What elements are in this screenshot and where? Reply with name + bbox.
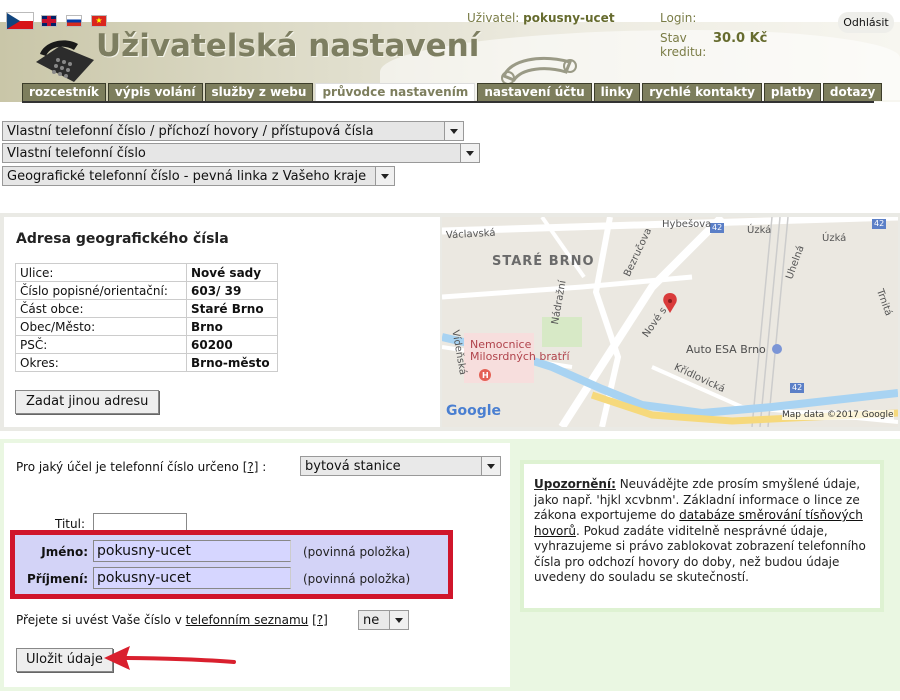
map-poi-hospital: Nemocnice Milosrdných bratří [470, 338, 570, 363]
user-value: pokusny-ucet [523, 11, 615, 25]
chevron-down-icon [481, 457, 500, 475]
jmeno-required-note: (povinná položka) [303, 545, 411, 559]
address-value: 60200 [186, 335, 278, 354]
map-road-number: 42 [712, 223, 723, 232]
wizard-subtype-value: Geografické telefonní číslo - pevná link… [7, 169, 367, 184]
purpose-label: Pro jaký účel je telefonní číslo určeno … [16, 460, 266, 474]
prijmeni-input[interactable]: pokusny-ucet [93, 567, 291, 589]
shop-icon [772, 344, 782, 354]
user-info: Uživatel: pokusny-ucet [467, 11, 615, 25]
directory-value: ne [363, 613, 380, 628]
tab-0[interactable]: rozcestník [22, 83, 106, 101]
address-value: Staré Brno [186, 299, 278, 318]
warning-text: Upozornění: Neuvádějte zde prosím smyšle… [534, 477, 878, 586]
map-area-label: STARÉ BRNO [492, 254, 595, 269]
address-title: Adresa geografického čísla [16, 231, 229, 247]
tab-2[interactable]: služby z webu [204, 83, 314, 101]
telephone-icon [36, 40, 94, 82]
map-road-number: 42 [792, 383, 803, 392]
flag-gb-icon[interactable] [41, 15, 57, 27]
tab-7[interactable]: platby [763, 83, 821, 101]
address-value: Brno [186, 317, 278, 336]
tab-bar: rozcestník výpis volání služby z webu průvo… [22, 83, 884, 102]
address-row: Číslo popisné/orientační: 603/ 39 [15, 281, 278, 300]
flag-ru-icon[interactable] [66, 15, 82, 27]
directory-prefix: Přejete si uvést Vaše číslo v [16, 613, 182, 627]
wizard-type-select[interactable]: Vlastní telefonní číslo [2, 143, 480, 163]
warning-title: Upozornění: [534, 477, 616, 491]
tab-3[interactable]: průvodce nastavením [315, 83, 476, 101]
address-row: Okres: Brno-město [15, 353, 278, 372]
jmeno-input[interactable]: pokusny-ucet [93, 540, 291, 562]
address-row: Obec/Město: Brno [15, 317, 278, 336]
address-table: Ulice: Nové sady Číslo popisné/orientační:… [15, 263, 278, 372]
credit-value: 30.0 Kč [713, 31, 768, 46]
purpose-help-link[interactable]: [?] [243, 460, 259, 474]
chevron-down-icon [389, 611, 408, 629]
address-value: Brno-město [186, 353, 278, 372]
address-value: Nové sady [186, 263, 278, 282]
wizard-category-value: Vlastní telefonní číslo / příchozí hovor… [7, 124, 374, 139]
warning-text-part2: . Pokud zadáte viditelně nesprávné údaje… [534, 523, 866, 585]
address-key: Číslo popisné/orientační: [15, 281, 187, 300]
tab-5[interactable]: linky [593, 83, 641, 101]
change-address-button[interactable]: Zadat jinou adresu [15, 390, 160, 414]
wizard-subtype-select[interactable]: Geografické telefonní číslo - pevná link… [2, 166, 395, 186]
flag-cz-icon[interactable] [6, 12, 34, 30]
map-label: Úzká [747, 225, 772, 236]
address-key: Ulice: [15, 263, 187, 282]
tab-4[interactable]: nastavení účtu [477, 83, 592, 101]
address-value: 603/ 39 [186, 281, 278, 300]
map-canvas: H [442, 217, 898, 427]
flag-vn-icon[interactable]: ★ [91, 15, 107, 27]
map[interactable]: H Václavská Hybešova Úzká Úzká STARÉ BRN… [442, 217, 898, 427]
address-key: Obec/Město: [15, 317, 187, 336]
login-label: Login: [660, 11, 697, 25]
page-title: Uživatelská nastavení [96, 28, 480, 64]
map-poi-autoesa: Auto ESA Brno [686, 343, 766, 356]
chevron-down-icon [375, 167, 394, 185]
tab-8[interactable]: dotazy [822, 83, 883, 101]
purpose-value: bytová stanice [305, 459, 401, 474]
jmeno-label: Jméno: [41, 545, 88, 559]
tab-bar-divider [22, 101, 874, 103]
svg-text:H: H [482, 371, 489, 380]
address-key: Okres: [15, 353, 187, 372]
tab-1[interactable]: výpis volání [107, 83, 203, 101]
save-button[interactable]: Uložit údaje [16, 648, 113, 672]
chevron-down-icon [460, 144, 479, 162]
purpose-text: Pro jaký účel je telefonní číslo určeno [16, 460, 239, 474]
address-row: Část obce: Staré Brno [15, 299, 278, 318]
map-background [442, 217, 898, 427]
chevron-down-icon [444, 122, 463, 140]
map-attribution: Map data ©2017 Google [782, 410, 894, 420]
prijmeni-required-note: (povinná položka) [303, 572, 411, 586]
map-label: Úzká [822, 233, 847, 244]
map-label: Hybešova [662, 219, 712, 230]
wizard-category-select[interactable]: Vlastní telefonní číslo / příchozí hovor… [2, 121, 464, 141]
directory-label: Přejete si uvést Vaše číslo v telefonním… [16, 613, 328, 627]
address-row: PSČ: 60200 [15, 335, 278, 354]
logout-button[interactable]: Odhlásit [838, 12, 894, 33]
titul-label: Titul: [55, 517, 85, 531]
map-road-number: 42 [874, 219, 885, 228]
purpose-colon: : [262, 460, 267, 474]
credit-label: Stav kreditu: [660, 31, 707, 59]
handset-decoration-icon [501, 57, 577, 85]
red-arrow-annotation-icon [104, 646, 236, 670]
wizard-type-value: Vlastní telefonní číslo [7, 146, 146, 161]
address-row: Ulice: Nové sady [15, 263, 278, 282]
purpose-select[interactable]: bytová stanice [300, 456, 501, 476]
header: ★ Uživatelská nastavení Uživatel: pokusn… [0, 0, 900, 104]
address-key: PSČ: [15, 335, 187, 354]
tab-6[interactable]: rychlé kontakty [642, 83, 762, 101]
address-key: Část obce: [15, 299, 187, 318]
user-label: Uživatel: [467, 11, 520, 25]
directory-select[interactable]: ne [358, 610, 409, 630]
directory-help-link[interactable]: [?] [312, 613, 328, 627]
google-logo: Google [446, 403, 502, 419]
prijmeni-label: Příjmení: [26, 572, 88, 586]
directory-link[interactable]: telefonním seznamu [186, 613, 309, 627]
